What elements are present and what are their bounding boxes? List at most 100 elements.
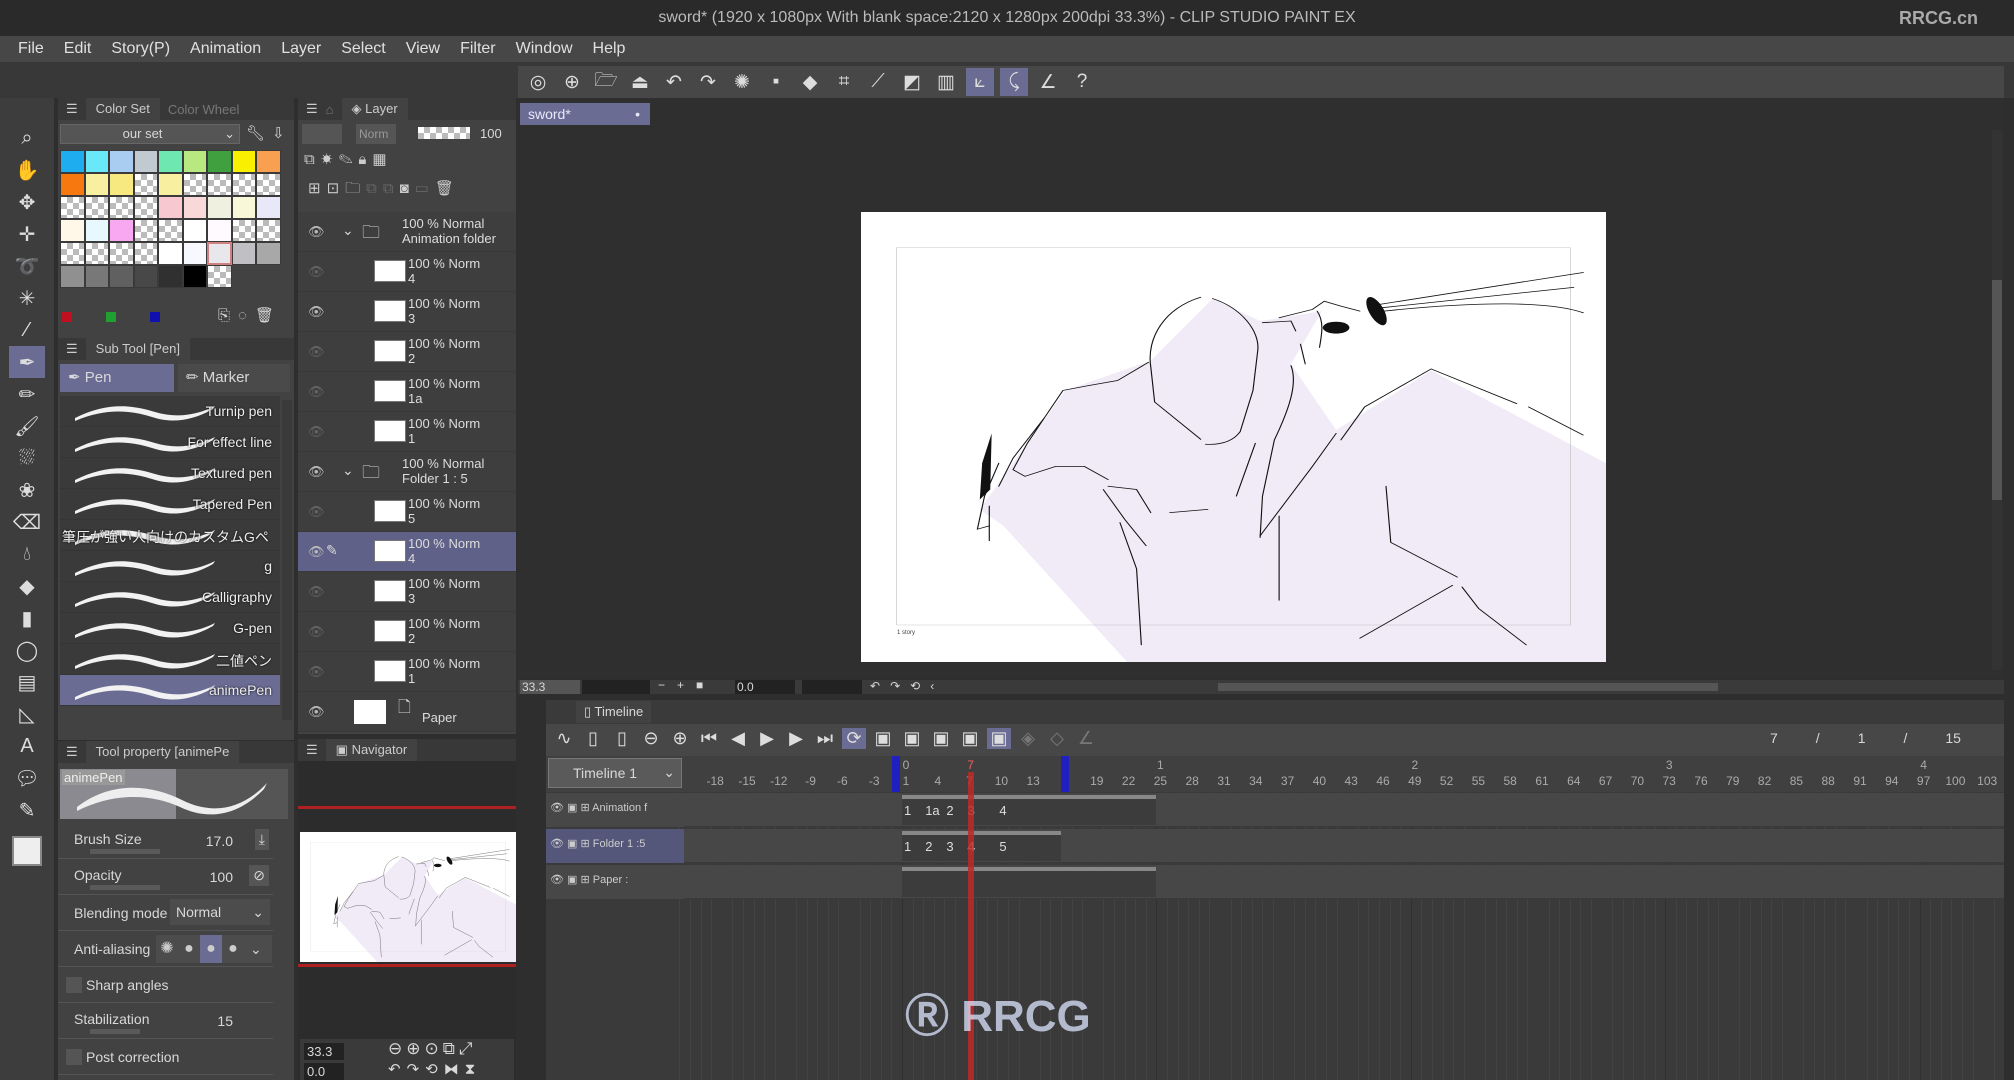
layer-row[interactable]: 👁︎ 100 % Norm 2: [298, 612, 516, 652]
wrench-icon[interactable]: 🔧︎: [246, 124, 265, 142]
color-swatch[interactable]: [133, 150, 158, 173]
stabilization-value[interactable]: 15: [217, 1013, 233, 1029]
color-swatch[interactable]: [231, 150, 256, 173]
layer-row[interactable]: 👁︎ 100 % Norm 4: [298, 252, 516, 292]
canvas-vscrollbar[interactable]: [1992, 130, 2002, 670]
main-color-swatch[interactable]: [12, 836, 42, 866]
color-swatch[interactable]: [182, 173, 207, 196]
menu-storyp[interactable]: Story(P): [105, 40, 184, 58]
redo-icon[interactable]: ↷: [694, 68, 722, 96]
color-swatch[interactable]: [109, 265, 134, 288]
eye-icon[interactable]: 👁︎: [308, 464, 325, 480]
layer-row[interactable]: 👁︎ 100 % Norm 5: [298, 492, 516, 532]
color-swatch[interactable]: [84, 173, 109, 196]
navigator-zoom-value[interactable]: 33.3: [304, 1043, 344, 1060]
rotate-right-icon[interactable]: ↷: [407, 1061, 426, 1078]
menu-filter[interactable]: Filter: [454, 40, 510, 58]
expand-icon[interactable]: ⊞: [581, 838, 590, 850]
color-swatch[interactable]: [256, 242, 281, 265]
color-swatch[interactable]: [207, 196, 232, 219]
open-icon[interactable]: 🗁: [592, 68, 620, 96]
layer-opacity-value[interactable]: 100: [480, 126, 502, 141]
clip-icon[interactable]: ⧉: [304, 151, 321, 168]
brush-list-scrollbar[interactable]: [282, 400, 292, 720]
color-swatch[interactable]: [207, 219, 232, 242]
brush-tool-icon[interactable]: 🖌︎: [9, 410, 45, 442]
color-swatch[interactable]: [182, 150, 207, 173]
brush-item[interactable]: g: [60, 551, 280, 582]
eye-icon[interactable]: 👁︎: [550, 874, 564, 886]
color-swatch[interactable]: [133, 265, 158, 288]
chevron-left-icon[interactable]: ‹: [930, 679, 944, 693]
cel-label[interactable]: 1: [904, 839, 911, 854]
color-swatch[interactable]: [256, 219, 281, 242]
color-swatch[interactable]: [158, 196, 183, 219]
cel-label[interactable]: 1a: [925, 803, 939, 818]
close-tab-icon[interactable]: •: [635, 103, 650, 125]
color-swatch[interactable]: [133, 242, 158, 265]
anti-aliasing-option-1[interactable]: ✺: [156, 935, 178, 963]
cel-label[interactable]: 4: [999, 803, 1006, 818]
stabilize-icon[interactable]: ⟀: [966, 68, 994, 96]
new-icon[interactable]: ⊕: [558, 68, 586, 96]
clip-studio-icon[interactable]: ◎: [524, 68, 552, 96]
color-swatch[interactable]: [84, 242, 109, 265]
apply-mask-icon[interactable]: ▭: [415, 180, 435, 197]
frame-tool-icon[interactable]: ▤: [9, 666, 45, 698]
zoom-out-icon[interactable]: −: [658, 678, 677, 692]
layer-row[interactable]: 👁︎ 100 % Norm 1a: [298, 372, 516, 412]
brush-item[interactable]: animePen: [60, 675, 280, 706]
fit-window-icon[interactable]: ⤢: [459, 1039, 477, 1058]
chevron-down-icon[interactable]: ⌄: [342, 222, 354, 239]
magnify-tool-icon[interactable]: ⌕: [9, 122, 45, 154]
tab-color-set[interactable]: Color Set: [85, 98, 160, 120]
auto-select-tool-icon[interactable]: ✳: [9, 282, 45, 314]
move-layer-tool-icon[interactable]: ✥: [9, 186, 45, 218]
blending-select[interactable]: Normal ⌄: [170, 899, 270, 925]
range-start-marker[interactable]: [892, 756, 900, 792]
airbrush-tool-icon[interactable]: ⛆: [9, 442, 45, 474]
eye-icon[interactable]: 👁︎: [308, 624, 325, 640]
brush-item[interactable]: For effect line: [60, 427, 280, 458]
brush-item[interactable]: Turnip pen: [60, 396, 280, 427]
actual-size-icon[interactable]: ⊙: [425, 1039, 443, 1058]
expand-icon[interactable]: ⊞: [581, 802, 590, 814]
eyedropper-tool-icon[interactable]: ⁄: [9, 314, 45, 346]
brush-item[interactable]: Textured pen: [60, 458, 280, 489]
layer-row-folder[interactable]: 👁︎ ⌄ 🗀 100 % Normal Folder 1 : 5: [298, 452, 516, 492]
range-end-marker[interactable]: [1061, 756, 1069, 792]
color-set-dropdown[interactable]: our set ⌄: [60, 124, 240, 144]
text-tool-icon[interactable]: A: [9, 730, 45, 762]
color-swatch[interactable]: [60, 150, 85, 173]
hand-tool-icon[interactable]: ✋: [9, 154, 45, 186]
layer-row[interactable]: 👁︎ 100 % Norm 3: [298, 572, 516, 612]
eye-icon[interactable]: 👁︎: [308, 504, 325, 520]
balloon-tool-icon[interactable]: 💬︎: [9, 762, 45, 794]
color-swatch[interactable]: [158, 150, 183, 173]
pressure-icon[interactable]: ⊘: [249, 865, 269, 886]
color-swatch[interactable]: [158, 242, 183, 265]
new-raster-layer-icon[interactable]: ⊞: [308, 180, 327, 197]
download-icon[interactable]: ⤓: [254, 829, 269, 850]
rotate-left-icon[interactable]: ↶: [388, 1061, 407, 1078]
anti-aliasing-option-2[interactable]: ●: [178, 935, 200, 963]
brush-item[interactable]: 筆圧が強い人向けのカスタムGペン: [60, 520, 280, 565]
color-swatch[interactable]: [109, 219, 134, 242]
eye-icon[interactable]: 👁︎: [308, 264, 325, 280]
color-swatch[interactable]: [133, 196, 158, 219]
eye-icon[interactable]: 👁︎: [308, 704, 325, 720]
new-color-icon[interactable]: ◌: [238, 307, 255, 324]
color-swatch[interactable]: [231, 219, 256, 242]
fill-icon[interactable]: ◆: [796, 68, 824, 96]
trash-icon[interactable]: 🗑︎: [435, 180, 460, 197]
reset-rotation-icon[interactable]: ⟲: [425, 1061, 444, 1078]
cel-label[interactable]: 1: [904, 803, 911, 818]
undo-icon[interactable]: ↶: [660, 68, 688, 96]
import-icon[interactable]: ⇩: [272, 124, 285, 142]
pencil-tool-icon[interactable]: ✏: [9, 378, 45, 410]
fill-tool-icon[interactable]: ◆: [9, 570, 45, 602]
menu-edit[interactable]: Edit: [58, 40, 106, 58]
tab-color-wheel[interactable]: Color Wheel: [168, 102, 240, 117]
drawing-canvas[interactable]: 1 story: [861, 212, 1606, 662]
pen-tool-icon[interactable]: ✒: [9, 346, 45, 378]
